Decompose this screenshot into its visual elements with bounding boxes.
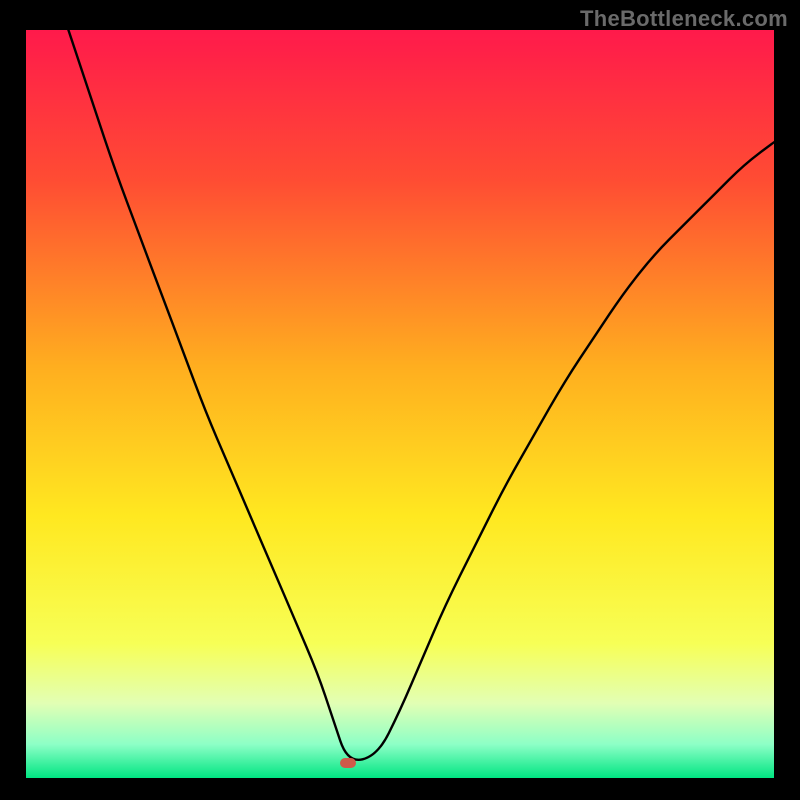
optimal-point-marker — [340, 758, 356, 768]
plot-area — [26, 30, 774, 778]
watermark-text: TheBottleneck.com — [580, 6, 788, 32]
gradient-background — [26, 30, 774, 778]
plot-svg — [26, 30, 774, 778]
chart-frame: TheBottleneck.com — [0, 0, 800, 800]
